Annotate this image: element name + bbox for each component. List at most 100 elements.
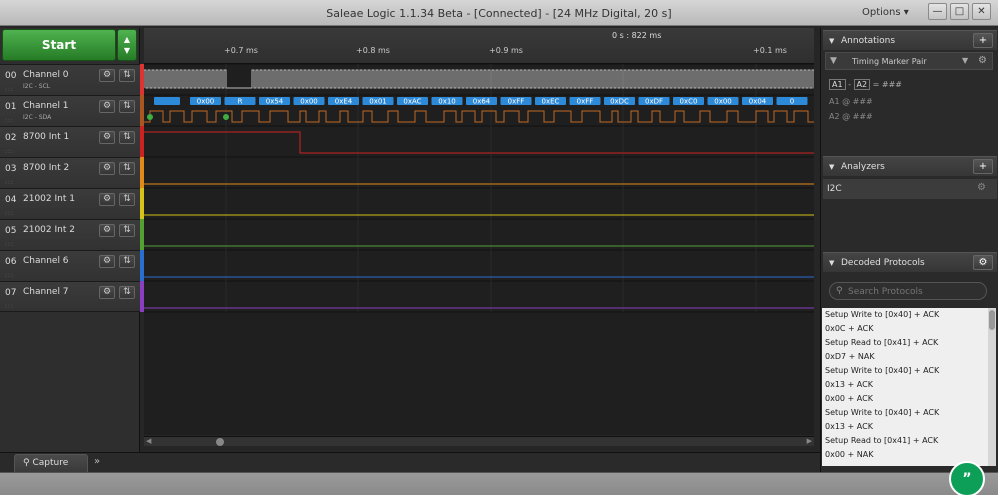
channel-row[interactable]: 05 ::: 21002 Int 2 ⚙ ⇅ bbox=[0, 219, 140, 250]
channel-row[interactable]: 03 ::: 8700 Int 2 ⚙ ⇅ bbox=[0, 157, 140, 188]
channel-trigger-icon[interactable]: ⇅ bbox=[119, 286, 135, 299]
list-item[interactable]: 0x13 + ACK bbox=[825, 380, 873, 389]
drag-grip-icon[interactable]: ::: bbox=[5, 303, 14, 310]
decoded-settings-gear-icon[interactable]: ⚙ bbox=[973, 255, 993, 270]
channel-name[interactable]: 21002 Int 1 bbox=[23, 194, 75, 204]
channel-settings-gear-icon[interactable]: ⚙ bbox=[99, 100, 115, 113]
channel-trigger-icon[interactable]: ⇅ bbox=[119, 100, 135, 113]
list-item[interactable]: Setup Write to [0x40] + ACK bbox=[825, 310, 939, 319]
list-scrollbar[interactable] bbox=[988, 308, 996, 466]
channel-settings-gear-icon[interactable]: ⚙ bbox=[99, 131, 115, 144]
options-menu[interactable]: Options ▾ bbox=[862, 7, 909, 18]
channel-name[interactable]: Channel 0 bbox=[23, 70, 69, 80]
channel-name[interactable]: 21002 Int 2 bbox=[23, 225, 75, 235]
add-analyzer-button[interactable]: + bbox=[973, 159, 993, 174]
horizontal-scrollbar[interactable]: ◀ ▶ bbox=[144, 436, 814, 446]
waveform-view[interactable]: 0 s : 822 ms +0.7 ms +0.8 ms +0.9 ms +0.… bbox=[144, 28, 814, 435]
start-button[interactable]: Start bbox=[2, 29, 116, 61]
list-item[interactable]: Setup Write to [0x40] + ACK bbox=[825, 408, 939, 417]
drag-grip-icon[interactable]: ::: bbox=[5, 241, 14, 248]
close-button[interactable]: ✕ bbox=[972, 3, 991, 20]
i2c-frame-label: R bbox=[238, 98, 243, 106]
list-item[interactable]: 0x13 + ACK bbox=[825, 422, 873, 431]
channel-settings-gear-icon[interactable]: ⚙ bbox=[99, 286, 115, 299]
channel-trigger-icon[interactable]: ⇅ bbox=[119, 69, 135, 82]
channel-settings-gear-icon[interactable]: ⚙ bbox=[99, 193, 115, 206]
scroll-left-icon[interactable]: ◀ bbox=[146, 437, 151, 445]
capture-options-button[interactable]: ▲ ▼ bbox=[117, 29, 137, 61]
capture-tab[interactable]: ⚲ Capture bbox=[14, 454, 88, 472]
decoded-protocols-list[interactable]: Setup Write to [0x40] + ACK 0x0C + ACK S… bbox=[822, 308, 988, 466]
drag-grip-icon[interactable]: ::: bbox=[5, 117, 14, 124]
collapse-arrow-icon[interactable]: ▼ bbox=[829, 37, 834, 45]
channel-settings-gear-icon[interactable]: ⚙ bbox=[99, 162, 115, 175]
marker-settings-gear-icon[interactable]: ⚙ bbox=[978, 55, 987, 66]
i2c-frame-label: 0 bbox=[790, 98, 794, 106]
i2c-frame-label: 0xDF bbox=[645, 98, 663, 106]
list-item[interactable]: 0xD7 + NAK bbox=[825, 352, 875, 361]
maximize-button[interactable]: □ bbox=[950, 3, 969, 20]
channel-settings-gear-icon[interactable]: ⚙ bbox=[99, 255, 115, 268]
minimize-button[interactable]: — bbox=[928, 3, 947, 20]
dropdown-arrow-icon[interactable]: ▼ bbox=[962, 56, 968, 65]
channel-row[interactable]: 00 ::: Channel 0 I2C - SCL ⚙ ⇅ bbox=[0, 64, 140, 95]
drag-grip-icon[interactable]: ::: bbox=[5, 179, 14, 186]
drag-grip-icon[interactable]: ::: bbox=[5, 210, 14, 217]
scroll-thumb[interactable] bbox=[216, 438, 224, 446]
list-scroll-thumb[interactable] bbox=[989, 310, 995, 330]
channel-number: 00 bbox=[5, 71, 17, 81]
channel-name[interactable]: Channel 7 bbox=[23, 287, 69, 297]
pair-result-value: = ### bbox=[872, 80, 903, 89]
a2-marker-chip[interactable]: A2 bbox=[853, 79, 871, 90]
list-item[interactable]: 0x0C + ACK bbox=[825, 324, 873, 333]
channel-row[interactable]: 01 ::: Channel 1 I2C - SDA ⚙ ⇅ bbox=[0, 95, 140, 126]
a2-value: @ ### bbox=[842, 112, 873, 121]
a1-label: A1 bbox=[829, 97, 840, 106]
i2c-frame-label: 0x00 bbox=[197, 98, 215, 106]
capture-tab-label: Capture bbox=[32, 458, 69, 468]
analyzer-settings-gear-icon[interactable]: ⚙ bbox=[977, 182, 986, 193]
channel-name[interactable]: Channel 6 bbox=[23, 256, 69, 266]
annotations-header: ▼ Annotations + bbox=[823, 30, 997, 50]
pair-dash: - bbox=[848, 80, 851, 89]
time-ruler[interactable]: 0 s : 822 ms +0.7 ms +0.8 ms +0.9 ms +0.… bbox=[144, 28, 814, 64]
list-item[interactable]: Setup Read to [0x41] + ACK bbox=[825, 338, 938, 347]
drag-grip-icon[interactable]: ::: bbox=[5, 272, 14, 279]
list-item[interactable]: Setup Write to [0x40] + ACK bbox=[825, 366, 939, 375]
channel-settings-gear-icon[interactable]: ⚙ bbox=[99, 69, 115, 82]
channel-row[interactable]: 04 ::: 21002 Int 1 ⚙ ⇅ bbox=[0, 188, 140, 219]
channel-trigger-icon[interactable]: ⇅ bbox=[119, 255, 135, 268]
channel-trigger-icon[interactable]: ⇅ bbox=[119, 131, 135, 144]
timing-marker-pair-row[interactable]: ▼ Timing Marker Pair ▼ ⚙ bbox=[825, 52, 993, 70]
list-item[interactable]: 0x00 + ACK bbox=[825, 394, 873, 403]
channel-trigger-icon[interactable]: ⇅ bbox=[119, 193, 135, 206]
add-annotation-button[interactable]: + bbox=[973, 33, 993, 48]
search-input[interactable] bbox=[848, 285, 978, 298]
channel-row[interactable]: 07 ::: Channel 7 ⚙ ⇅ bbox=[0, 281, 140, 312]
analyzer-item[interactable]: I2C ⚙ bbox=[823, 179, 997, 199]
channel-name[interactable]: 8700 Int 2 bbox=[23, 163, 69, 173]
channel-number: 02 bbox=[5, 133, 17, 143]
collapse-arrow-icon[interactable]: ▼ bbox=[829, 163, 834, 171]
scroll-right-icon[interactable]: ▶ bbox=[807, 437, 812, 445]
more-tabs-icon[interactable]: » bbox=[94, 456, 100, 467]
channel-trigger-icon[interactable]: ⇅ bbox=[119, 224, 135, 237]
time-tick-label: +0.7 ms bbox=[224, 46, 258, 55]
channel-trigger-icon[interactable]: ⇅ bbox=[119, 162, 135, 175]
search-protocols-field[interactable]: ⚲ bbox=[829, 282, 987, 300]
drag-grip-icon[interactable]: ::: bbox=[5, 148, 14, 155]
channel-settings-gear-icon[interactable]: ⚙ bbox=[99, 224, 115, 237]
hangouts-button[interactable]: ” bbox=[949, 461, 985, 495]
start-marker bbox=[147, 114, 153, 120]
collapse-arrow-icon[interactable]: ▼ bbox=[829, 259, 834, 267]
channel-row[interactable]: 06 ::: Channel 6 ⚙ ⇅ bbox=[0, 250, 140, 281]
list-item[interactable]: Setup Read to [0x41] + ACK bbox=[825, 436, 938, 445]
channel-row[interactable]: 02 ::: 8700 Int 1 ⚙ ⇅ bbox=[0, 126, 140, 157]
i2c-frame-label: 0xC0 bbox=[680, 98, 698, 106]
a1-marker-chip[interactable]: A1 bbox=[829, 79, 846, 90]
channel-name[interactable]: Channel 1 bbox=[23, 101, 69, 111]
channel-name[interactable]: 8700 Int 1 bbox=[23, 132, 69, 142]
list-item[interactable]: 0x00 + NAK bbox=[825, 450, 874, 459]
drag-grip-icon[interactable]: ::: bbox=[5, 86, 14, 93]
decoded-protocols-title: Decoded Protocols bbox=[841, 258, 925, 268]
